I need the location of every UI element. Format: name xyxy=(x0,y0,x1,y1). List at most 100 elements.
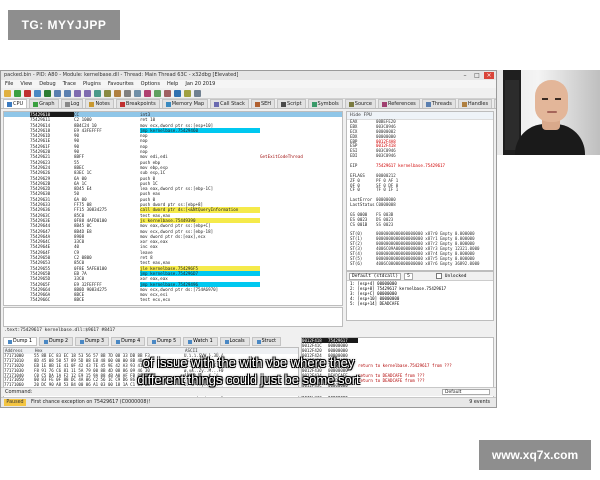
disasm-address: 7542966C xyxy=(30,297,51,303)
dump-tab-icon xyxy=(8,339,12,344)
run-icon[interactable] xyxy=(44,89,51,97)
info-line: .text:75429617 kernelbase.dll:$9617 #841… xyxy=(4,328,116,333)
execute-till-return-icon[interactable] xyxy=(104,89,111,97)
step-into-icon[interactable] xyxy=(54,89,61,97)
dump-tab-icon xyxy=(116,339,121,344)
tab-label: Symbols xyxy=(317,100,339,107)
patch-icon[interactable] xyxy=(144,89,151,97)
dump-tab[interactable]: Dump 2 xyxy=(39,337,74,346)
open-icon[interactable] xyxy=(4,89,11,97)
step-over-icon[interactable] xyxy=(64,89,71,97)
disasm-row[interactable]: 7542966C 8BCE test ecx,ecx xyxy=(4,297,342,302)
tab-notes-icon xyxy=(89,101,95,107)
trace-over-icon[interactable] xyxy=(84,89,91,97)
gutter xyxy=(4,297,30,302)
tab-label: Script xyxy=(287,100,302,107)
close-icon[interactable]: × xyxy=(484,72,494,79)
menu-item[interactable]: Options xyxy=(141,80,160,88)
tab-script[interactable]: Script xyxy=(277,99,306,108)
dump-tab[interactable]: Locals xyxy=(219,337,250,346)
window-title: packed.bin - PID: A80 - Module: kernelba… xyxy=(1,71,496,80)
dump-tab-label: Dump 2 xyxy=(49,338,69,344)
trace-into-icon[interactable] xyxy=(74,89,81,97)
status-events: 9 events xyxy=(469,400,490,405)
tab-breakpoints[interactable]: Breakpoints xyxy=(115,99,160,108)
dump-tab[interactable]: Dump 3 xyxy=(75,337,110,346)
menu-item: Jan 20 2019 xyxy=(185,81,216,87)
dump-tab-icon xyxy=(188,339,193,344)
main-tabs: CPU Graph Log Notes Breakpoints Memory Map Cal… xyxy=(1,99,496,109)
tab-label: CPU xyxy=(13,100,24,107)
dump-tab-icon xyxy=(152,339,157,344)
tab-memory-map[interactable]: Memory Map xyxy=(161,99,209,108)
tab-graph[interactable]: Graph xyxy=(29,99,59,108)
presenter-mouth xyxy=(547,111,557,113)
disasm-bytes: 8BCE xyxy=(74,297,85,303)
restart-icon[interactable] xyxy=(14,89,21,97)
animate-icon[interactable] xyxy=(114,89,121,97)
pause-icon[interactable] xyxy=(34,89,41,97)
menu-item[interactable]: Debug xyxy=(39,80,55,88)
tab-cpu[interactable]: CPU xyxy=(3,99,28,108)
tab-source-icon xyxy=(348,101,354,107)
calling-convention-select[interactable]: Default (stdcall) xyxy=(349,272,402,280)
hide-fpu-button[interactable]: Hide FPU xyxy=(347,112,493,120)
tab-threads[interactable]: Threads xyxy=(421,99,456,108)
menu-item[interactable]: Help xyxy=(167,80,178,88)
comments-icon[interactable] xyxy=(154,89,161,97)
menu-item[interactable]: Plugins xyxy=(83,80,101,88)
minimize-icon[interactable]: – xyxy=(460,72,470,79)
tab-symbols[interactable]: Symbols xyxy=(307,99,343,108)
bookmarks-icon[interactable] xyxy=(174,89,181,97)
disassembly-view[interactable]: 75429610 CC int3 75429611 C2 1000 ret 10 75429… xyxy=(3,111,343,306)
registers-view[interactable]: Hide FPU EAX 00BEFE20 EBX 003C0946 ECX 000000… xyxy=(346,111,494,271)
register-name: ST(6) xyxy=(350,260,363,266)
calculator-icon[interactable] xyxy=(134,89,141,97)
menu-item[interactable]: Trace xyxy=(63,80,76,88)
tab-seh[interactable]: SEH xyxy=(250,99,276,108)
subtitle-line-1: of issue with the with vbe where they xyxy=(142,355,355,370)
dump-tab-icon xyxy=(44,339,49,344)
register-row[interactable]: ST(6) 4006C00000000000000 x87r6 Empty 368… xyxy=(347,260,493,267)
menu-item[interactable]: Favourites xyxy=(108,80,134,88)
tab-source[interactable]: Source xyxy=(344,99,376,108)
tab-threads-icon xyxy=(425,101,431,107)
webcam-shelf-inner xyxy=(505,80,519,150)
menu-item[interactable]: View xyxy=(20,80,32,88)
unlocked-checkbox[interactable] xyxy=(435,273,442,279)
dump-tab[interactable]: Struct xyxy=(251,337,282,346)
tab-label: Threads xyxy=(431,100,452,107)
tab-handles-icon xyxy=(461,101,467,107)
close-debug-icon[interactable] xyxy=(24,89,31,97)
watermark-top-left: TG: MYYJJPP xyxy=(8,10,120,40)
labels-icon[interactable] xyxy=(164,89,171,97)
dump-tab-icon xyxy=(256,339,261,344)
dump-tab-label: Locals xyxy=(229,338,245,344)
dump-tab[interactable]: Watch 1 xyxy=(183,337,218,346)
tab-call-stack[interactable]: Call Stack xyxy=(210,99,249,108)
dump-tab-label: Dump 3 xyxy=(85,338,105,344)
dump-tab[interactable]: Dump 5 xyxy=(147,337,182,346)
tab-log[interactable]: Log xyxy=(60,99,84,108)
arg-count[interactable]: 5 xyxy=(404,272,413,280)
tab-notes[interactable]: Notes xyxy=(85,99,114,108)
dump-tab-icon xyxy=(224,339,229,344)
scylla-icon[interactable] xyxy=(124,89,131,97)
dump-tab[interactable]: Dump 4 xyxy=(111,337,146,346)
functions-icon[interactable] xyxy=(184,89,191,97)
strings-icon[interactable] xyxy=(194,89,201,97)
run-to-user-icon[interactable] xyxy=(94,89,101,97)
dump-tab[interactable]: Dump 1 xyxy=(3,337,38,346)
dump-tab-label: Dump 1 xyxy=(13,338,33,344)
maximize-icon[interactable]: □ xyxy=(472,72,482,79)
presenter-eye-left xyxy=(542,98,548,100)
menu-item[interactable]: File xyxy=(5,80,13,88)
tab-handles[interactable]: Handles xyxy=(457,99,493,108)
command-mode-select[interactable]: Default xyxy=(442,389,490,395)
info-box xyxy=(3,307,343,327)
tab-symbols-icon xyxy=(311,101,317,107)
argument-row[interactable]: 5: [esp+14] DEADCAFE xyxy=(347,301,493,306)
disasm-instruction: test ecx,ecx xyxy=(140,297,171,303)
tab-references-icon xyxy=(381,101,387,107)
tab-references[interactable]: References xyxy=(377,99,420,108)
